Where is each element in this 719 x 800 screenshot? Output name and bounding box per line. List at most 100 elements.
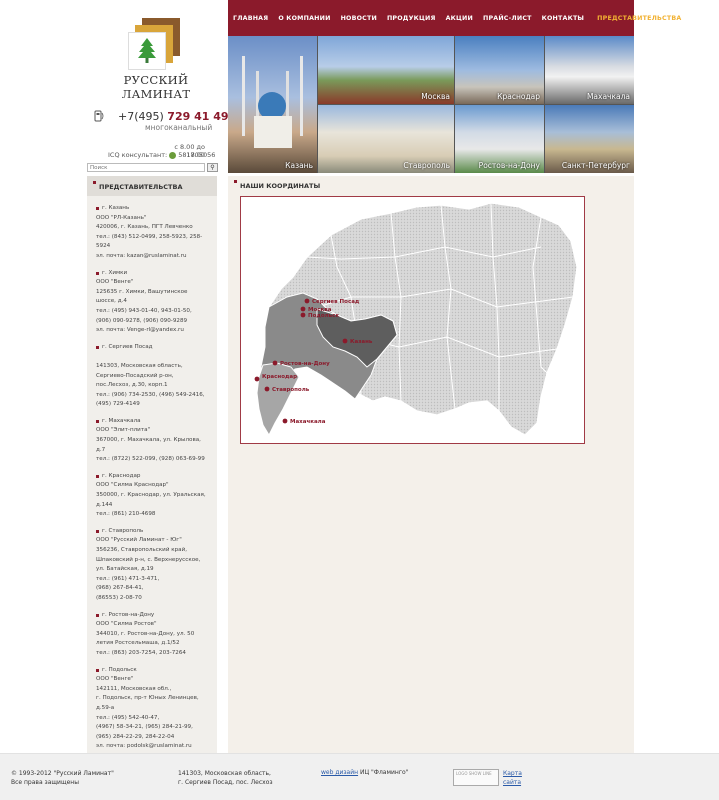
photo-label-krasnodar: Краснодар — [497, 92, 540, 101]
representation-detail: ООО "Силма Краснодар" — [96, 482, 169, 489]
logo[interactable] — [128, 18, 182, 74]
footer-partner-logo[interactable]: LOGO SHOW LINE — [453, 769, 499, 786]
representation-detail: г. Подольск, пр-т Юных Ленинцев, — [96, 695, 199, 702]
representation-detail: 367000, г. Махачкала, ул. Крылова, — [96, 437, 201, 444]
representation-city[interactable]: г. Ростов-на-Дону — [96, 611, 216, 621]
representation-city[interactable]: г. Подольск — [96, 666, 216, 676]
map-label-rostov: Ростов-на-Дону — [280, 361, 330, 367]
footer-address: 141303, Московская область, г. Сергиев П… — [178, 769, 273, 787]
representation-detail: эл. почта: Venge-rl@yandex.ru — [96, 327, 184, 334]
nav-promotions[interactable]: АКЦИИ — [441, 15, 478, 22]
nav-news[interactable]: НОВОСТИ — [336, 15, 382, 22]
phone-note: многоканальный — [145, 123, 213, 132]
representation-detail: ООО "Элит-плита" — [96, 427, 151, 434]
marker-kazan[interactable] — [342, 338, 348, 344]
representation-detail: ООО "Венге" — [96, 279, 134, 286]
representation-entry: г. Ростов-на-Дону ООО "Силма Ростов" 34401… — [96, 611, 216, 659]
marker-stavropol[interactable] — [264, 386, 270, 392]
photo-label-rostov: Ростов-на-Дону — [478, 161, 540, 170]
representation-city[interactable]: г. Казань — [96, 204, 216, 214]
representation-detail: ул. Батайская, д.19 — [96, 566, 154, 573]
representation-detail: (495) 729-4149 — [96, 401, 140, 408]
representation-detail: летия Ростсельмаша, д.1/52 — [96, 640, 180, 647]
map-label-makhachkala: Махачкала — [290, 419, 326, 425]
web-design-link[interactable]: web дизайн — [321, 769, 358, 776]
representation-city[interactable]: г. Ставрополь — [96, 527, 216, 537]
representation-detail: 344010, г. Ростов-на-Дону, ул. 50 — [96, 630, 195, 637]
representation-city[interactable]: г. Махачкала — [96, 417, 216, 427]
nav-about[interactable]: О КОМПАНИИ — [273, 15, 335, 22]
representation-detail: эл. почта: podolsk@ruslaminat.ru — [96, 743, 192, 750]
nav-home[interactable]: ГЛАВНАЯ — [228, 15, 273, 22]
photo-krasnodar[interactable]: Краснодар — [455, 36, 544, 104]
photo-moscow[interactable]: Москва — [318, 36, 454, 104]
map-drawing: Сергиев Посад Москва Подольск Казань Рос… — [254, 202, 578, 437]
representation-detail — [96, 352, 216, 362]
representation-detail: эл. почта: kazan@ruslaminat.ru — [96, 252, 187, 259]
marker-sergiev-posad[interactable] — [304, 298, 310, 304]
representation-detail: ООО "Венге" — [96, 676, 134, 683]
representation-detail: тел.: (863) 203-7254, 203-7264 — [96, 649, 186, 656]
nav-contacts[interactable]: КОНТАКТЫ — [537, 15, 590, 22]
representation-entry: г. Химки ООО "Венге" 125635 г. Химки, Вашу… — [96, 269, 216, 336]
photo-makhachkala[interactable]: Махачкала — [545, 36, 634, 104]
marker-rostov[interactable] — [272, 360, 278, 366]
copyright-line-1: © 1993-2012 "Русский Ламинат" — [11, 770, 114, 777]
copyright-line-2: Все права защищены — [11, 779, 79, 786]
marker-makhachkala[interactable] — [282, 418, 288, 424]
nav-products[interactable]: ПРОДУКЦИЯ — [382, 15, 441, 22]
design-company: ИЦ "Фламинго" — [359, 769, 409, 776]
representation-detail: 141303, Московская область, — [96, 362, 183, 369]
representation-detail: пос.Лесхоз, д.30, корп.1 — [96, 382, 168, 389]
marker-moscow[interactable] — [300, 306, 306, 312]
representation-detail: тел.: (961) 471-3-471, — [96, 575, 160, 582]
photo-label-moscow: Москва — [421, 92, 450, 101]
representation-city[interactable]: г. Краснодар — [96, 472, 216, 482]
marker-podolsk[interactable] — [300, 312, 306, 318]
representation-detail: тел.: (495) 542-40-47, — [96, 714, 160, 721]
search-icon: ⚲ — [210, 164, 215, 171]
tree-icon — [138, 38, 156, 63]
representation-detail: ООО "Русский Ламинат - Юг" — [96, 537, 182, 544]
icq-label: ICQ консультант: — [108, 151, 168, 159]
representation-detail: ООО "РЛ-Казань" — [96, 214, 147, 221]
representation-detail: Сергиево-Посадский р-он, — [96, 372, 174, 379]
representation-detail: тел.: (843) 512-0499, 258-5923, 258- — [96, 233, 203, 240]
photo-saint-petersburg[interactable]: Санкт-Петербург — [545, 105, 634, 173]
address-line-1: 141303, Московская область, — [178, 770, 271, 777]
sitemap-link[interactable]: Карта сайта — [503, 769, 522, 787]
representation-city[interactable]: г. Химки — [96, 269, 216, 279]
representation-detail: д.144 — [96, 501, 113, 508]
photo-label-kazan: Казань — [285, 161, 313, 170]
nav-representations[interactable]: ПРЕДСТАВИТЕЛЬСТВА — [592, 15, 686, 22]
footer-design-credit: web дизайн ИЦ "Фламинго" — [321, 769, 408, 776]
photo-kazan[interactable]: Казань — [228, 36, 317, 173]
representation-detail: 125635 г. Химки, Вашутинское — [96, 288, 188, 295]
sitemap-line-2: сайта — [503, 779, 522, 786]
photo-label-saint-petersburg: Санкт-Петербург — [561, 161, 630, 170]
nav-price-list[interactable]: ПРАЙС-ЛИСТ — [478, 15, 537, 22]
marker-krasnodar[interactable] — [254, 376, 260, 382]
map-label-stavropol: Ставрополь — [272, 387, 310, 393]
coordinates-title: НАШИ КООРДИНАТЫ — [240, 182, 321, 190]
representation-city[interactable]: г. Сергиев Посад — [96, 343, 216, 353]
photo-rostov[interactable]: Ростов-на-Дону — [455, 105, 544, 173]
representation-detail: 356236, Ставропольский край, — [96, 547, 187, 553]
photo-label-makhachkala: Махачкала — [586, 92, 630, 101]
phone: +7(495) 729 41 49 — [118, 110, 229, 123]
russia-map[interactable]: Сергиев Посад Москва Подольск Казань Рос… — [240, 196, 585, 444]
representation-entry: г. Ставрополь ООО "Русский Ламинат - Юг" 3… — [96, 527, 216, 604]
representation-detail: 5924 — [96, 243, 111, 250]
bullet-icon — [234, 180, 237, 183]
photo-stavropol[interactable]: Ставрополь — [318, 105, 454, 173]
search-input[interactable] — [87, 163, 205, 172]
main-navigation: ГЛАВНАЯ О КОМПАНИИ НОВОСТИ ПРОДУКЦИЯ АКЦ… — [228, 0, 681, 36]
icq-contact: ICQ консультант: 581805056 — [108, 151, 215, 159]
representation-entry: г. Махачкала ООО "Элит-плита" 367000, г. М… — [96, 417, 216, 465]
map-label-kazan: Казань — [350, 339, 373, 345]
representation-detail: 350000, г. Краснодар, ул. Уральская, — [96, 492, 206, 499]
search-button[interactable]: ⚲ — [207, 163, 218, 172]
representation-detail: тел.: (495) 943-01-40, 943-01-50, — [96, 307, 192, 314]
representations-list: г. Казань ООО "РЛ-Казань" 420006, г. Казан… — [96, 204, 216, 759]
representation-entry: г. Краснодар ООО "Силма Краснодар" 350000,… — [96, 472, 216, 520]
